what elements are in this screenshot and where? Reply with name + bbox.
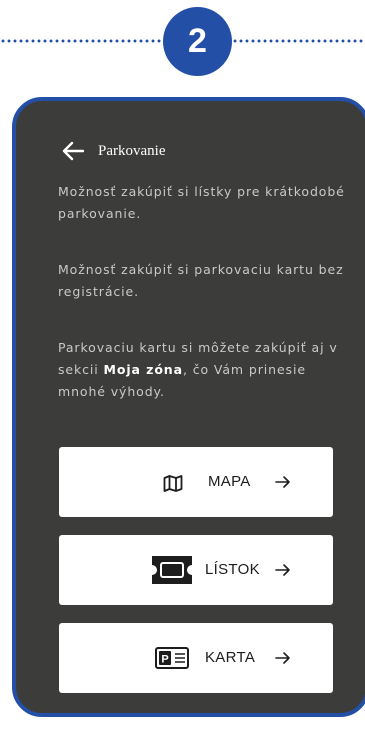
description-moja-zona: Parkovaciu kartu si môžete zakúpiť aj v … bbox=[58, 337, 350, 403]
card-button-label: KARTA bbox=[205, 649, 256, 666]
screen-header: Parkovanie bbox=[62, 140, 165, 162]
description-card: Možnosť zakúpiť si parkovaciu kartu bez … bbox=[58, 262, 344, 299]
moja-zona-highlight: Moja zóna bbox=[103, 362, 183, 377]
map-icon bbox=[163, 475, 183, 492]
arrow-left-icon[interactable] bbox=[62, 141, 84, 161]
parking-card-icon: P bbox=[155, 647, 189, 669]
svg-text:P: P bbox=[161, 654, 168, 666]
ticket-icon bbox=[152, 556, 192, 584]
card-button[interactable]: P KARTA bbox=[59, 623, 333, 693]
map-button-label: MAPA bbox=[208, 473, 251, 490]
screen-title: Parkovanie bbox=[98, 142, 166, 159]
arrow-right-icon bbox=[275, 476, 290, 488]
description-tickets: Možnosť zakúpiť si lístky pre krátkodobé… bbox=[58, 184, 345, 221]
map-button[interactable]: MAPA bbox=[59, 447, 333, 517]
progress-dots-left bbox=[0, 39, 163, 43]
ticket-button[interactable]: LÍSTOK bbox=[59, 535, 333, 605]
progress-dots-right bbox=[232, 39, 365, 43]
arrow-right-icon bbox=[275, 564, 290, 576]
ticket-button-label: LÍSTOK bbox=[205, 561, 260, 578]
step-badge: 2 bbox=[163, 7, 232, 76]
arrow-right-icon bbox=[275, 652, 290, 664]
